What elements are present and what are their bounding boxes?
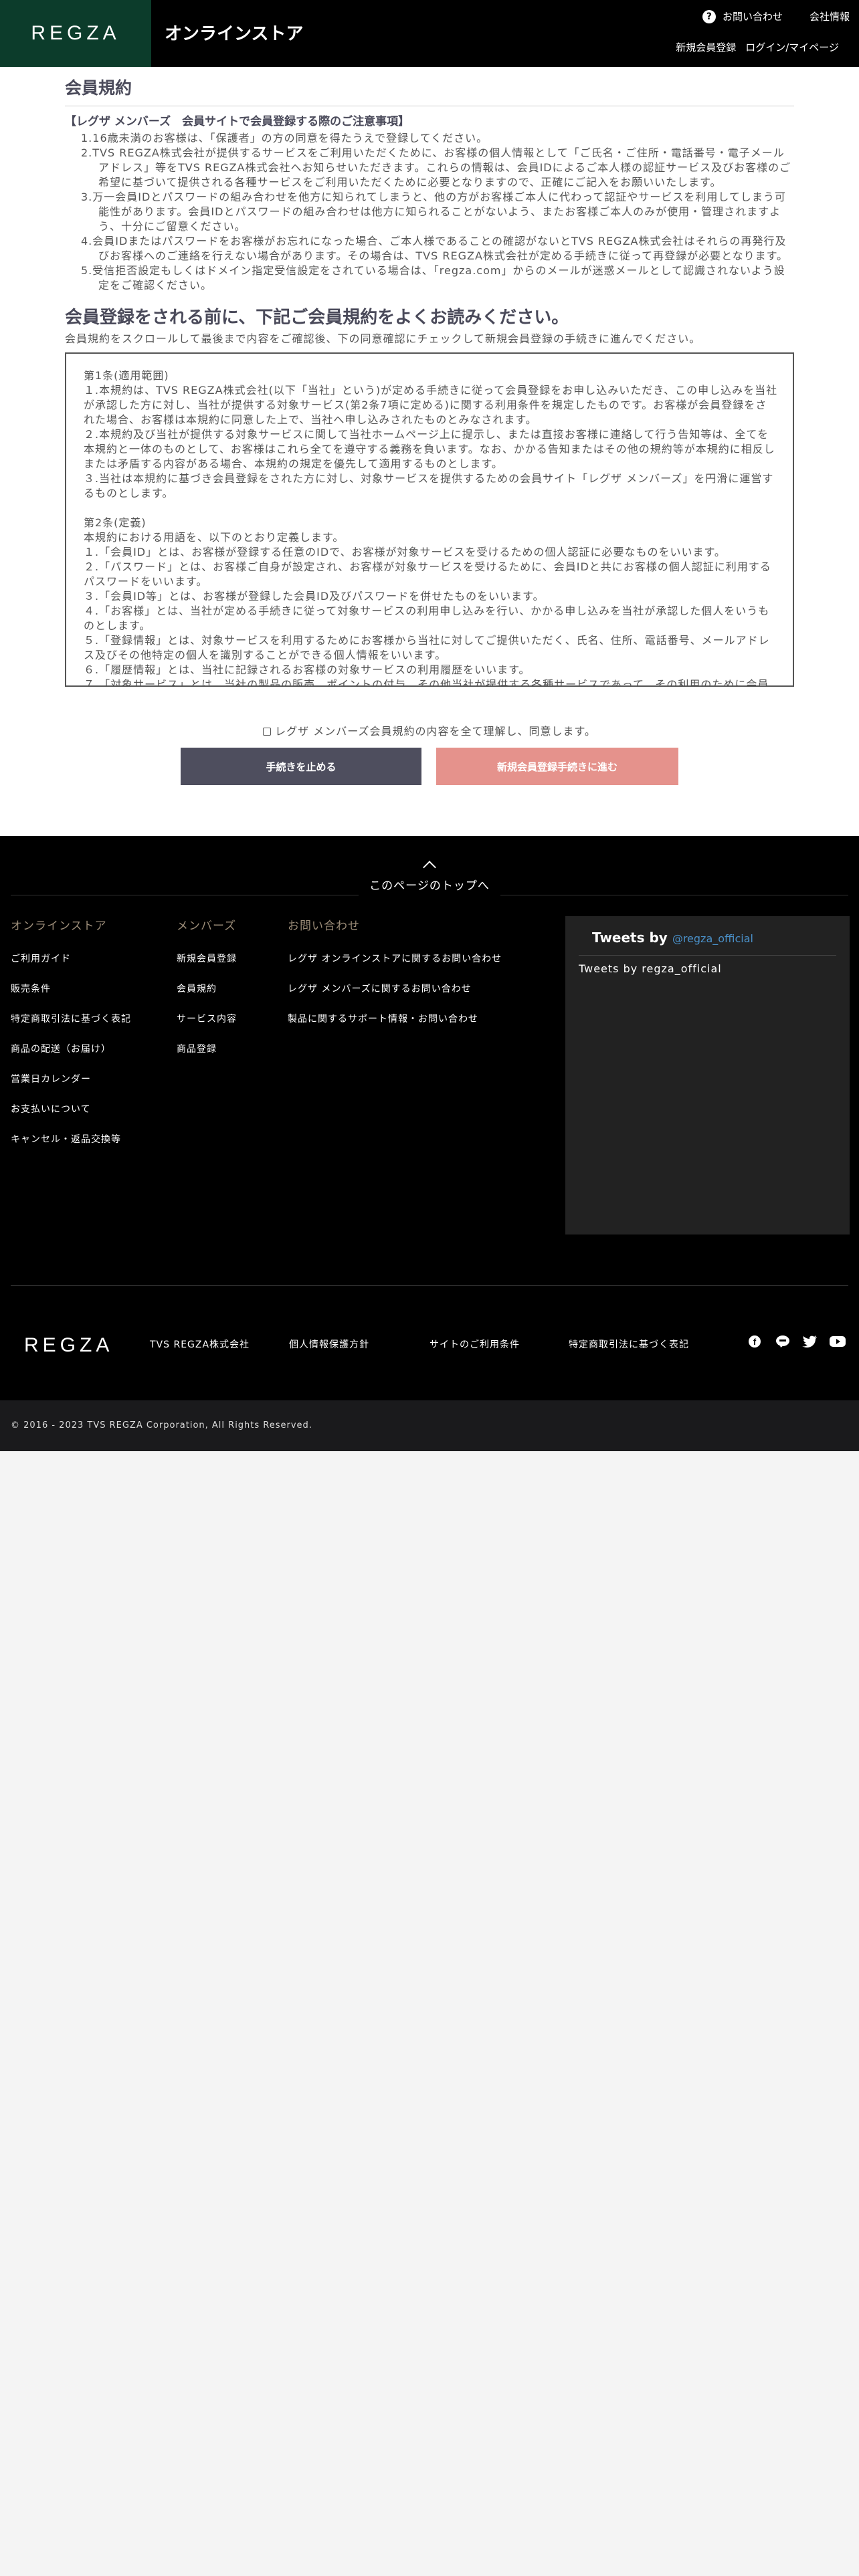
footer-col-title: メンバーズ [177, 920, 237, 933]
footer-col-title: お問い合わせ [288, 920, 360, 933]
contact-link[interactable]: ? お問い合わせ [702, 9, 783, 23]
notice-title: 【レグザ メンバーズ 会員サイトで会員登録する際のご注意事項】 [65, 115, 410, 128]
read-subtitle: 会員規約をスクロールして最後まで内容をご確認後、下の同意確認にチェックして新規会… [65, 332, 701, 345]
question-icon: ? [702, 9, 716, 23]
footer-col-store: オンラインストア ご利用ガイド 販売条件 特定商取引法に基づく表記 商品の配送（… [11, 916, 131, 1162]
register-link[interactable]: 新規会員登録 [676, 40, 736, 54]
terms-line: ３.「会員ID等」とは、お客様が登録した会員ID及びパスワードを併せたものをいい… [84, 590, 545, 603]
footer-bottom-link[interactable]: TVS REGZA株式会社 [150, 1337, 250, 1351]
twitter-body[interactable]: Tweets by regza_official [565, 956, 850, 982]
footer-link[interactable]: 販売条件 [11, 982, 131, 995]
terms-line: ４.「お客様」とは、当社が定める手続きに従って対象サービスの利用申し込みを行い、… [84, 605, 770, 632]
facebook-icon[interactable]: f [747, 1333, 763, 1350]
notice-list: 1.16歳未満のお客様は、「保護者」の方の同意を得たうえで登録してください。 2… [65, 131, 794, 293]
footer-col-contact: お問い合わせ レグザ オンラインストアに関するお問い合わせ レグザ メンバーズに… [288, 916, 502, 1042]
agree-checkbox[interactable] [263, 728, 272, 736]
site-footer: このページのトップへ オンラインストア ご利用ガイド 販売条件 特定商取引法に基… [0, 836, 859, 1400]
footer-link[interactable]: 特定商取引法に基づく表記 [11, 1012, 131, 1025]
terms-line: 第1条(適用範囲) [84, 369, 169, 382]
site-header: REGZA オンラインストア ? お問い合わせ 会社情報 新規会員登録 ログイン… [0, 0, 859, 67]
youtube-icon[interactable] [830, 1333, 846, 1350]
page-top-link[interactable]: このページのトップへ [0, 861, 859, 895]
footer-bottom-link[interactable]: 個人情報保護方針 [289, 1337, 369, 1351]
stop-button[interactable]: 手続きを止める [181, 748, 421, 785]
footer-link[interactable]: 会員規約 [177, 982, 237, 995]
header-member-links: 新規会員登録 ログイン/マイページ [676, 40, 839, 54]
terms-line: ７.「対象サービス」とは、当社の製品の販売、ポイントの付与、その他当社が提供する… [84, 678, 769, 687]
footer-link[interactable]: 製品に関するサポート情報・お問い合わせ [288, 1012, 502, 1025]
terms-line: １.「会員ID」とは、お客様が登録する任意のIDで、お客様が対象サービスを受ける… [84, 546, 726, 558]
notice-item: 3.万一会員IDとパスワードの組み合わせを他方に知られてしまうと、他の方がお客様… [81, 191, 786, 233]
content-column: 会員規約 【レグザ メンバーズ 会員サイトで会員登録する際のご注意事項】 1.1… [65, 75, 794, 687]
twitter-handle[interactable]: @regza_official [672, 932, 753, 945]
terms-line: ６.「履歴情報」とは、当社に記録されるお客様の対象サービスの利用履歴をいいます。 [84, 663, 531, 676]
footer-link[interactable]: 商品の配送（お届け） [11, 1042, 131, 1055]
terms-line: ５.「登録情報」とは、対象サービスを利用するためにお客様から当社に対してご提供い… [84, 634, 770, 661]
terms-line: １.本規約は、TVS REGZA株式会社(以下「当社」という)が定める手続きに従… [84, 384, 778, 426]
terms-line: ２.「パスワード」とは、お客様ご自身が設定され、お客様が対象サービスを受けるため… [84, 560, 771, 588]
twitter-icon[interactable] [801, 1333, 818, 1350]
header-top-links: ? お問い合わせ 会社情報 [702, 9, 850, 23]
company-link[interactable]: 会社情報 [809, 9, 850, 23]
proceed-button[interactable]: 新規会員登録手続きに進む [436, 748, 678, 785]
regza-logo[interactable]: REGZA [0, 0, 151, 67]
footer-link[interactable]: サービス内容 [177, 1012, 237, 1025]
footer-link[interactable]: レグザ オンラインストアに関するお問い合わせ [288, 952, 502, 965]
footer-link[interactable]: 新規会員登録 [177, 952, 237, 965]
logo-text: REGZA [31, 22, 120, 44]
terms-line: 第2条(定義) [84, 516, 147, 529]
footer-logo[interactable]: REGZA [24, 1334, 113, 1357]
page-top-label: このページのトップへ [369, 879, 490, 893]
twitter-timeline[interactable]: Tweets by @regza_official Tweets by regz… [565, 916, 850, 1235]
footer-link[interactable]: 営業日カレンダー [11, 1072, 131, 1085]
chevron-up-icon [423, 861, 436, 874]
read-title: 会員登録をされる前に、下記ご会員規約をよくお読みください。 [65, 308, 569, 328]
footer-col-members: メンバーズ 新規会員登録 会員規約 サービス内容 商品登録 [177, 916, 237, 1072]
terms-line: ３.当社は本規約に基づき会員登録をされた方に対し、対象サービスを提供するための会… [84, 472, 774, 500]
footer-link[interactable]: お支払いについて [11, 1102, 131, 1115]
terms-line: 本規約における用語を、以下のとおり定義します。 [84, 531, 345, 544]
line-icon[interactable] [775, 1333, 791, 1350]
contact-label: お問い合わせ [722, 11, 783, 23]
notice-item: 5.受信拒否設定もしくはドメイン指定受信設定をされている場合は、「regza.c… [81, 264, 785, 292]
agree-label: レグザ メンバーズ会員規約の内容を全て理解し、同意します。 [275, 725, 596, 738]
store-title[interactable]: オンラインストア [165, 20, 303, 45]
svg-text:f: f [753, 1337, 757, 1347]
copyright-text: © 2016 - 2023 TVS REGZA Corporation, All… [11, 1420, 312, 1430]
terms-spacer [84, 501, 778, 516]
footer-link[interactable]: 商品登録 [177, 1042, 237, 1055]
twitter-header: Tweets by @regza_official [579, 916, 836, 956]
twitter-title: Tweets by [592, 930, 668, 946]
notice-item: 2.TVS REGZA株式会社が提供するサービスをご利用いただくために、お客様の… [81, 146, 791, 189]
page-title: 会員規約 [65, 75, 794, 106]
terms-scroll-box[interactable]: 第1条(適用範囲) １.本規約は、TVS REGZA株式会社(以下「当社」という… [65, 352, 794, 687]
agree-checkbox-row[interactable]: レグザ メンバーズ会員規約の内容を全て理解し、同意します。 [0, 722, 859, 738]
divider [11, 1285, 848, 1286]
main-content: 会員規約 【レグザ メンバーズ 会員サイトで会員登録する際のご注意事項】 1.1… [0, 67, 859, 836]
copyright-bar: © 2016 - 2023 TVS REGZA Corporation, All… [0, 1400, 859, 1451]
footer-link[interactable]: キャンセル・返品交換等 [11, 1132, 131, 1146]
footer-link[interactable]: ご利用ガイド [11, 952, 131, 965]
footer-link[interactable]: レグザ メンバーズに関するお問い合わせ [288, 982, 502, 995]
footer-bottom-link[interactable]: 特定商取引法に基づく表記 [569, 1337, 689, 1351]
footer-bottom-link[interactable]: サイトのご利用条件 [430, 1337, 520, 1351]
terms-line: ２.本規約及び当社が提供する対象サービスに関して当社ホームページ上に提示し、また… [84, 428, 775, 470]
footer-col-title: オンラインストア [11, 920, 107, 933]
notice-item: 1.16歳未満のお客様は、「保護者」の方の同意を得たうえで登録してください。 [81, 132, 488, 144]
login-link[interactable]: ログイン/マイページ [745, 40, 839, 54]
notice-item: 4.会員IDまたはパスワードをお客様がお忘れになった場合、ご本人様であることの確… [81, 235, 789, 262]
